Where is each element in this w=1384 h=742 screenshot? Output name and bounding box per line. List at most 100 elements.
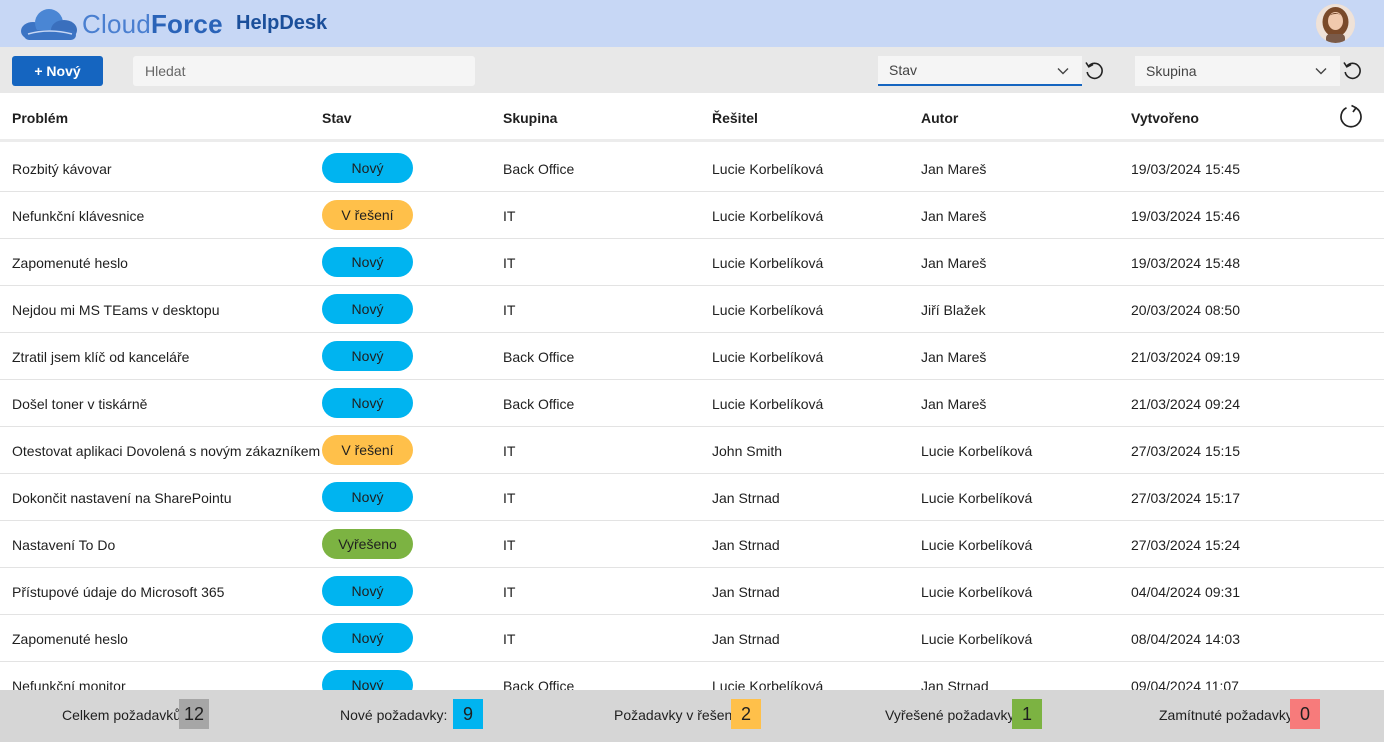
status-badge: Nový (322, 576, 413, 606)
created-cell: 19/03/2024 15:46 (1131, 208, 1240, 224)
status-badge: Nový (322, 482, 413, 512)
refresh-icon[interactable] (1338, 104, 1364, 130)
rejected-requests-count: 0 (1290, 699, 1320, 729)
resolved-requests-label: Vyřešené požadavky: (885, 707, 1019, 723)
solver-cell: Lucie Korbelíková (712, 396, 824, 412)
author-cell: Jan Mareš (921, 396, 987, 412)
status-badge: Nový (322, 153, 413, 183)
group-cell: IT (503, 537, 516, 553)
reset-status-filter-undo-icon[interactable] (1083, 59, 1105, 81)
table-row[interactable]: Ztratil jsem klíč od kanceláře Nový Back O… (0, 333, 1384, 380)
status-filter-label: Stav (889, 62, 918, 78)
group-cell: Back Office (503, 678, 575, 690)
status-badge: V řešení (322, 435, 413, 465)
user-avatar-icon (1316, 4, 1355, 43)
table-row[interactable]: Došel toner v tiskárně Nový Back Office Luc… (0, 380, 1384, 427)
author-cell: Lucie Korbelíková (921, 631, 1033, 647)
status-badge: Nový (322, 670, 413, 690)
created-cell: 21/03/2024 09:19 (1131, 349, 1240, 365)
problem-cell: Přístupové údaje do Microsoft 365 (12, 584, 225, 600)
group-cell: IT (503, 302, 516, 318)
solver-cell: John Smith (712, 443, 783, 459)
problem-cell: Otestovat aplikaci Dovolená s novým záka… (12, 443, 321, 459)
table-row[interactable]: Dokončit nastavení na SharePointu Nový IT J… (0, 474, 1384, 521)
solver-cell: Jan Strnad (712, 631, 780, 647)
column-header-problem[interactable]: Problém (12, 110, 68, 126)
created-cell: 20/03/2024 08:50 (1131, 302, 1240, 318)
problem-cell: Nastavení To Do (12, 537, 116, 553)
solver-cell: Jan Strnad (712, 584, 780, 600)
created-cell: 19/03/2024 15:45 (1131, 161, 1240, 177)
ticket-list[interactable]: Rozbitý kávovar Nový Back Office Lucie Korb… (0, 145, 1384, 690)
column-header-group[interactable]: Skupina (503, 110, 557, 126)
table-header: Problém Stav Skupina Řešitel Autor Vytvo… (0, 93, 1384, 142)
table-row[interactable]: Otestovat aplikaci Dovolená s novým záka… (0, 427, 1384, 474)
user-avatar[interactable] (1316, 4, 1355, 43)
problem-cell: Nejdou mi MS TEams v desktopu (12, 302, 220, 318)
cloudforce-logo: CloudForce (18, 4, 223, 44)
toolbar: + Nový Stav Skupina (0, 47, 1384, 93)
problem-cell: Ztratil jsem klíč od kanceláře (12, 349, 190, 365)
problem-cell: Dokončit nastavení na SharePointu (12, 490, 232, 506)
solver-cell: Lucie Korbelíková (712, 302, 824, 318)
group-cell: IT (503, 208, 516, 224)
group-filter-label: Skupina (1146, 63, 1197, 79)
column-header-created[interactable]: Vytvořeno (1131, 110, 1199, 126)
created-cell: 27/03/2024 15:24 (1131, 537, 1240, 553)
status-badge: V řešení (322, 200, 413, 230)
author-cell: Lucie Korbelíková (921, 443, 1033, 459)
resolved-requests-count: 1 (1012, 699, 1042, 729)
author-cell: Jan Mareš (921, 255, 987, 271)
summary-footer: Celkem požadavků: 12 Nové požadavky: 9 P… (0, 690, 1384, 742)
search-input[interactable] (133, 56, 475, 86)
group-cell: Back Office (503, 349, 575, 365)
table-row[interactable]: Nejdou mi MS TEams v desktopu Nový IT Lucie… (0, 286, 1384, 333)
created-cell: 27/03/2024 15:17 (1131, 490, 1240, 506)
column-header-author[interactable]: Autor (921, 110, 958, 126)
status-badge: Nový (322, 341, 413, 371)
column-header-solver[interactable]: Řešitel (712, 110, 758, 126)
problem-cell: Zapomenuté heslo (12, 255, 128, 271)
author-cell: Jan Mareš (921, 208, 987, 224)
column-header-status[interactable]: Stav (322, 110, 352, 126)
cloud-logo-icon (21, 9, 77, 40)
table-row[interactable]: Nastavení To Do Vyřešeno IT Jan Strnad Lucie… (0, 521, 1384, 568)
author-cell: Lucie Korbelíková (921, 490, 1033, 506)
rejected-requests-label: Zamítnuté požadavky: (1159, 707, 1297, 723)
new-requests-label: Nové požadavky: (340, 707, 448, 723)
group-filter-dropdown[interactable]: Skupina (1135, 56, 1340, 86)
status-filter-dropdown[interactable]: Stav (878, 56, 1082, 86)
table-row[interactable]: Nefunkční klávesnice V řešení IT Lucie Korb… (0, 192, 1384, 239)
reset-group-filter-undo-icon[interactable] (1341, 59, 1363, 81)
table-row[interactable]: Rozbitý kávovar Nový Back Office Lucie Korb… (0, 145, 1384, 192)
group-cell: IT (503, 443, 516, 459)
author-cell: Jan Strnad (921, 678, 989, 690)
total-requests-label: Celkem požadavků: (62, 707, 185, 723)
author-cell: Jiří Blažek (921, 302, 986, 318)
solver-cell: Jan Strnad (712, 537, 780, 553)
table-row[interactable]: Přístupové údaje do Microsoft 365 Nový IT J… (0, 568, 1384, 615)
table-row[interactable]: Nefunkční monitor Nový Back Office Lucie Ko… (0, 662, 1384, 690)
group-cell: IT (503, 584, 516, 600)
group-cell: Back Office (503, 396, 575, 412)
author-cell: Lucie Korbelíková (921, 537, 1033, 553)
status-badge: Nový (322, 247, 413, 277)
solver-cell: Lucie Korbelíková (712, 255, 824, 271)
in-progress-requests-label: Požadavky v řešení: (614, 707, 741, 723)
problem-cell: Nefunkční klávesnice (12, 208, 145, 224)
created-cell: 21/03/2024 09:24 (1131, 396, 1240, 412)
total-requests-count: 12 (179, 699, 209, 729)
new-requests-count: 9 (453, 699, 483, 729)
chevron-down-icon (1057, 68, 1069, 75)
chevron-down-icon (1315, 68, 1327, 75)
problem-cell: Nefunkční monitor (12, 678, 126, 690)
group-cell: IT (503, 255, 516, 271)
created-cell: 19/03/2024 15:48 (1131, 255, 1240, 271)
table-row[interactable]: Zapomenuté heslo Nový IT Lucie Korbelíková J… (0, 239, 1384, 286)
status-badge: Vyřešeno (322, 529, 413, 559)
created-cell: 04/04/2024 09:31 (1131, 584, 1240, 600)
table-row[interactable]: Zapomenuté heslo Nový IT Jan Strnad Lucie Ko… (0, 615, 1384, 662)
new-ticket-button[interactable]: + Nový (12, 56, 103, 86)
author-cell: Lucie Korbelíková (921, 584, 1033, 600)
solver-cell: Lucie Korbelíková (712, 678, 824, 690)
